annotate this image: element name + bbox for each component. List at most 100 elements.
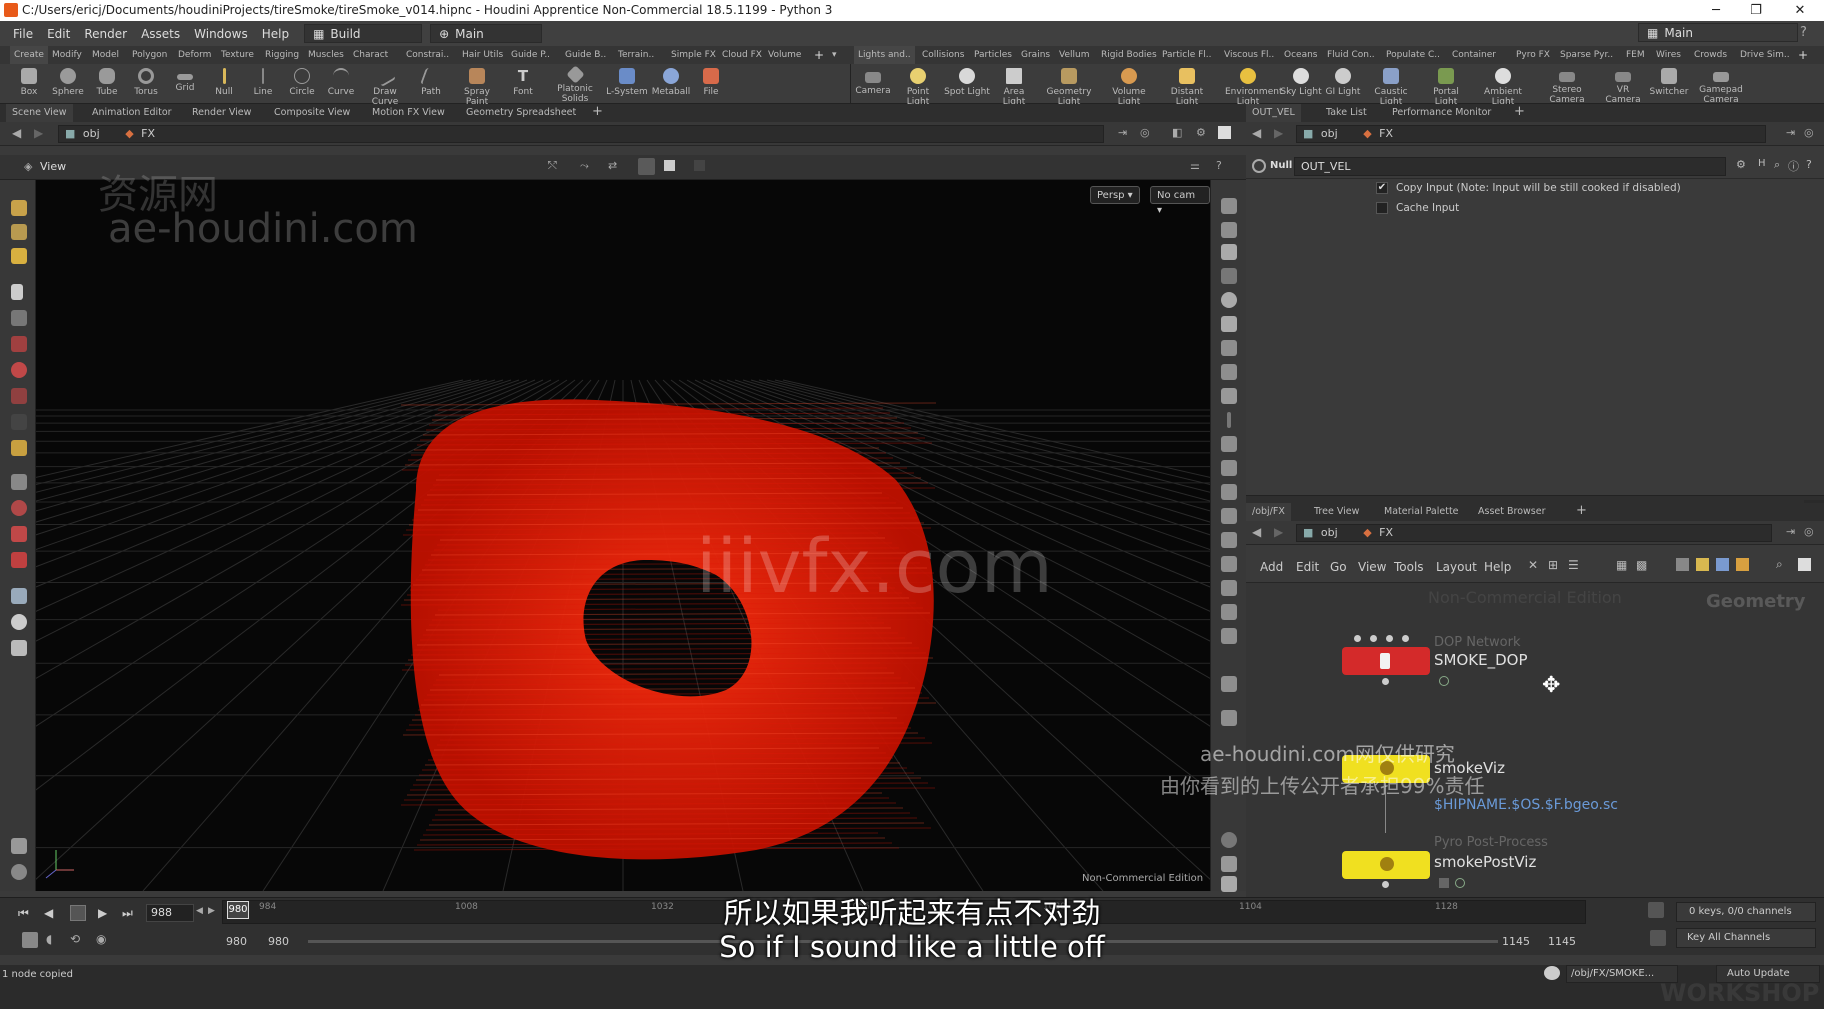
gamepad-camera-tool[interactable]: Gamepad Camera	[1698, 66, 1744, 105]
tree-icon[interactable]: ⊞	[1548, 558, 1558, 572]
shelf-tab-charact[interactable]: Charact	[349, 46, 392, 64]
path-segment-obj[interactable]: obj	[83, 127, 100, 140]
menu-windows[interactable]: Windows	[187, 27, 255, 41]
sticky-note-icon[interactable]	[1696, 558, 1709, 571]
wire-mode-icon[interactable]	[694, 160, 705, 171]
add-shelf-tab-right-icon[interactable]: +	[1794, 46, 1812, 64]
lock-camera-icon[interactable]	[1221, 244, 1237, 260]
magnet-icon[interactable]	[11, 526, 27, 542]
camera-tool[interactable]: Camera	[850, 66, 896, 96]
pencil-icon[interactable]	[11, 440, 27, 456]
stereo-camera-tool[interactable]: Stereo Camera	[1544, 66, 1590, 105]
shelf-tab-collisions[interactable]: Collisions	[918, 46, 968, 64]
file-tool[interactable]: File	[688, 66, 734, 97]
info-icon[interactable]	[1221, 832, 1237, 848]
smoke-dop-flag-icon[interactable]	[1439, 676, 1449, 686]
forward-arrow-icon[interactable]: ▶	[34, 126, 43, 140]
key-icon[interactable]	[1650, 930, 1666, 946]
frame-marker[interactable]: 980	[227, 901, 249, 919]
add-shelf-tab-icon[interactable]: +	[810, 46, 828, 64]
realtime-icon[interactable]: ◉	[96, 932, 106, 946]
vr-camera-tool[interactable]: VR Camera	[1600, 66, 1646, 105]
range-end-field[interactable]: 1145	[1502, 935, 1530, 948]
prim-display-icon[interactable]	[1221, 460, 1237, 476]
shelf-tab-deform[interactable]: Deform	[174, 46, 215, 64]
shelf-tab-fem[interactable]: FEM	[1622, 46, 1649, 64]
add-network-tab-icon[interactable]: +	[1570, 503, 1593, 519]
camera-lock-icon[interactable]	[1221, 198, 1237, 214]
shelf-tab-simple-fx[interactable]: Simple FX	[667, 46, 720, 64]
pin-icon[interactable]: ⇥	[1118, 126, 1127, 139]
range-start-field[interactable]: 980	[226, 935, 247, 948]
platonic-solids-tool[interactable]: Platonic Solids	[552, 65, 598, 104]
menu-render[interactable]: Render	[77, 27, 134, 41]
smoke-dop-name-label[interactable]: SMOKE_DOP	[1434, 651, 1528, 669]
param-forward-arrow-icon[interactable]: ▶	[1274, 126, 1283, 140]
network-path-field[interactable]: ■ obj ◆ FX	[1296, 524, 1772, 542]
param-link-icon[interactable]: ◎	[1804, 126, 1814, 139]
shelf-tab-create[interactable]: Create	[10, 46, 48, 64]
snap-magnet-icon[interactable]	[11, 552, 27, 568]
shelf-tab-hair-utils[interactable]: Hair Utils	[458, 46, 507, 64]
point-numbers-icon[interactable]	[1227, 412, 1231, 428]
shelf-tab-constraints[interactable]: Constrai..	[402, 46, 453, 64]
background-icon[interactable]	[1221, 340, 1237, 356]
shelf-tab-polygon[interactable]: Polygon	[128, 46, 171, 64]
smoke-dop-output-dot[interactable]	[1382, 678, 1389, 685]
view-menu-icon[interactable]: ◈	[24, 160, 32, 173]
back-arrow-icon[interactable]: ◀	[12, 126, 21, 140]
network-path-obj[interactable]: obj	[1321, 526, 1338, 539]
shelf-tab-model[interactable]: Model	[88, 46, 123, 64]
draw-curve-tool[interactable]: Draw Curve	[362, 65, 408, 107]
tab-out-vel[interactable]: OUT_VEL	[1246, 104, 1301, 122]
map-icon[interactable]	[1221, 710, 1237, 726]
tab-motion-fx-view[interactable]: Motion FX View	[366, 104, 451, 122]
shelf-tab-oceans[interactable]: Oceans	[1280, 46, 1321, 64]
tab-animation-editor[interactable]: Animation Editor	[86, 104, 178, 122]
wrench-icon[interactable]: ✕	[1528, 558, 1538, 572]
vector-display-icon[interactable]	[1221, 436, 1237, 452]
shelf-tab-vellum[interactable]: Vellum	[1055, 46, 1093, 64]
l-system-tool[interactable]: L-System	[604, 66, 650, 97]
net-menu-layout[interactable]: Layout	[1436, 560, 1477, 574]
light-view-icon[interactable]	[11, 614, 27, 630]
grid-layout-icon[interactable]: ▦	[1616, 558, 1627, 572]
range-start-field-2[interactable]: 980	[268, 935, 289, 948]
search-icon[interactable]: ⌕	[1774, 158, 1780, 172]
viewport-help-icon[interactable]: ?	[1216, 159, 1222, 172]
vertex-display-icon[interactable]	[1221, 532, 1237, 548]
environment-light-tool[interactable]: Environment Light	[1225, 66, 1282, 107]
shelf-tab-volume[interactable]: Volume	[764, 46, 805, 64]
param-help-icon[interactable]: ?	[1806, 158, 1812, 171]
shelf-tab-viscous-fluids[interactable]: Viscous Fl..	[1220, 46, 1278, 64]
desktop-dropdown-right[interactable]: ▦ Main	[1638, 23, 1798, 42]
render-region-icon[interactable]	[11, 864, 27, 880]
menu-assets[interactable]: Assets	[134, 27, 187, 41]
snapshot-icon[interactable]: ◧	[1172, 126, 1182, 139]
network-pin-icon[interactable]: ⇥	[1786, 525, 1795, 538]
orbit-icon[interactable]	[11, 500, 27, 516]
sky-light-tool[interactable]: Sky Light	[1278, 66, 1324, 97]
info-circle-icon[interactable]: ⓘ	[1788, 158, 1799, 174]
play-icon[interactable]: ▶	[98, 906, 107, 920]
cache-input-checkbox[interactable]	[1376, 202, 1388, 214]
menu-help[interactable]: Help	[255, 27, 296, 41]
keys-info-field[interactable]: 0 keys, 0/0 channels	[1676, 902, 1816, 922]
loop-icon[interactable]: ⟲	[70, 932, 80, 946]
volume-light-tool[interactable]: Volume Light	[1106, 66, 1152, 107]
shelf-tab-muscles[interactable]: Muscles	[304, 46, 348, 64]
net-menu-add[interactable]: Add	[1260, 560, 1283, 574]
layout-icon[interactable]	[1221, 856, 1237, 872]
spot-light-tool[interactable]: Spot Light	[944, 66, 990, 97]
postviz-flag-icon[interactable]	[1455, 878, 1465, 888]
spray-paint-tool[interactable]: Spray Paint	[454, 66, 500, 107]
tab-geometry-spreadsheet[interactable]: Geometry Spreadsheet	[460, 104, 582, 122]
shelf-tab-fluid-containers[interactable]: Fluid Con..	[1323, 46, 1379, 64]
network-box-icon[interactable]	[1716, 558, 1729, 571]
switcher-tool[interactable]: Switcher	[1646, 66, 1692, 97]
visibility-icon[interactable]	[1221, 222, 1237, 238]
gear-icon[interactable]: ⚙	[1736, 158, 1746, 171]
lock-flag-icon[interactable]	[1439, 878, 1449, 888]
path-tool[interactable]: Path	[408, 66, 454, 97]
node-smoke-post-viz[interactable]	[1342, 851, 1430, 879]
